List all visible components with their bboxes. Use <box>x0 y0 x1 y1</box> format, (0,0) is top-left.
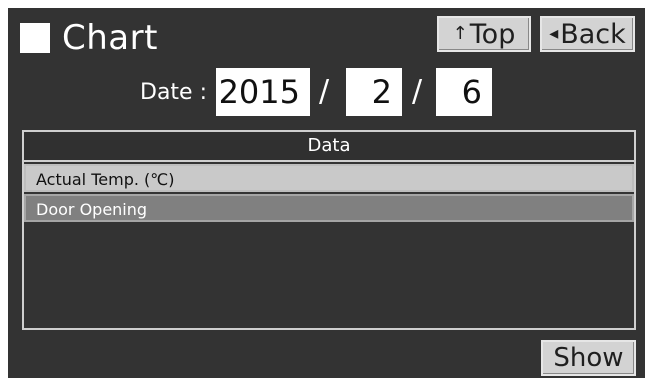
arrow-up-icon: ↑ <box>452 23 468 44</box>
top-button[interactable]: ↑ Top <box>437 16 531 52</box>
day-field[interactable]: 6 <box>436 68 492 116</box>
data-list-header: Data <box>24 132 634 162</box>
data-item-door-opening[interactable]: Door Opening <box>24 194 634 222</box>
back-arrow-icon: ◂ <box>549 23 559 44</box>
title-square-icon <box>20 23 50 53</box>
back-button-label: Back <box>560 18 626 50</box>
page-title: Chart <box>62 18 158 58</box>
show-button[interactable]: Show <box>541 340 636 376</box>
date-row: Date : 2015 / 2 / 6 <box>0 68 653 118</box>
data-list-panel: Data Actual Temp. (℃) Door Opening <box>22 130 636 330</box>
month-field[interactable]: 2 <box>346 68 402 116</box>
date-separator: / <box>412 74 423 109</box>
date-separator: / <box>319 74 330 109</box>
year-field[interactable]: 2015 <box>216 68 310 116</box>
date-label: Date : <box>140 80 207 105</box>
header: Chart <box>20 18 158 58</box>
top-button-label: Top <box>469 18 516 50</box>
data-item-actual-temp[interactable]: Actual Temp. (℃) <box>24 164 634 192</box>
back-button[interactable]: ◂ Back <box>540 16 635 52</box>
